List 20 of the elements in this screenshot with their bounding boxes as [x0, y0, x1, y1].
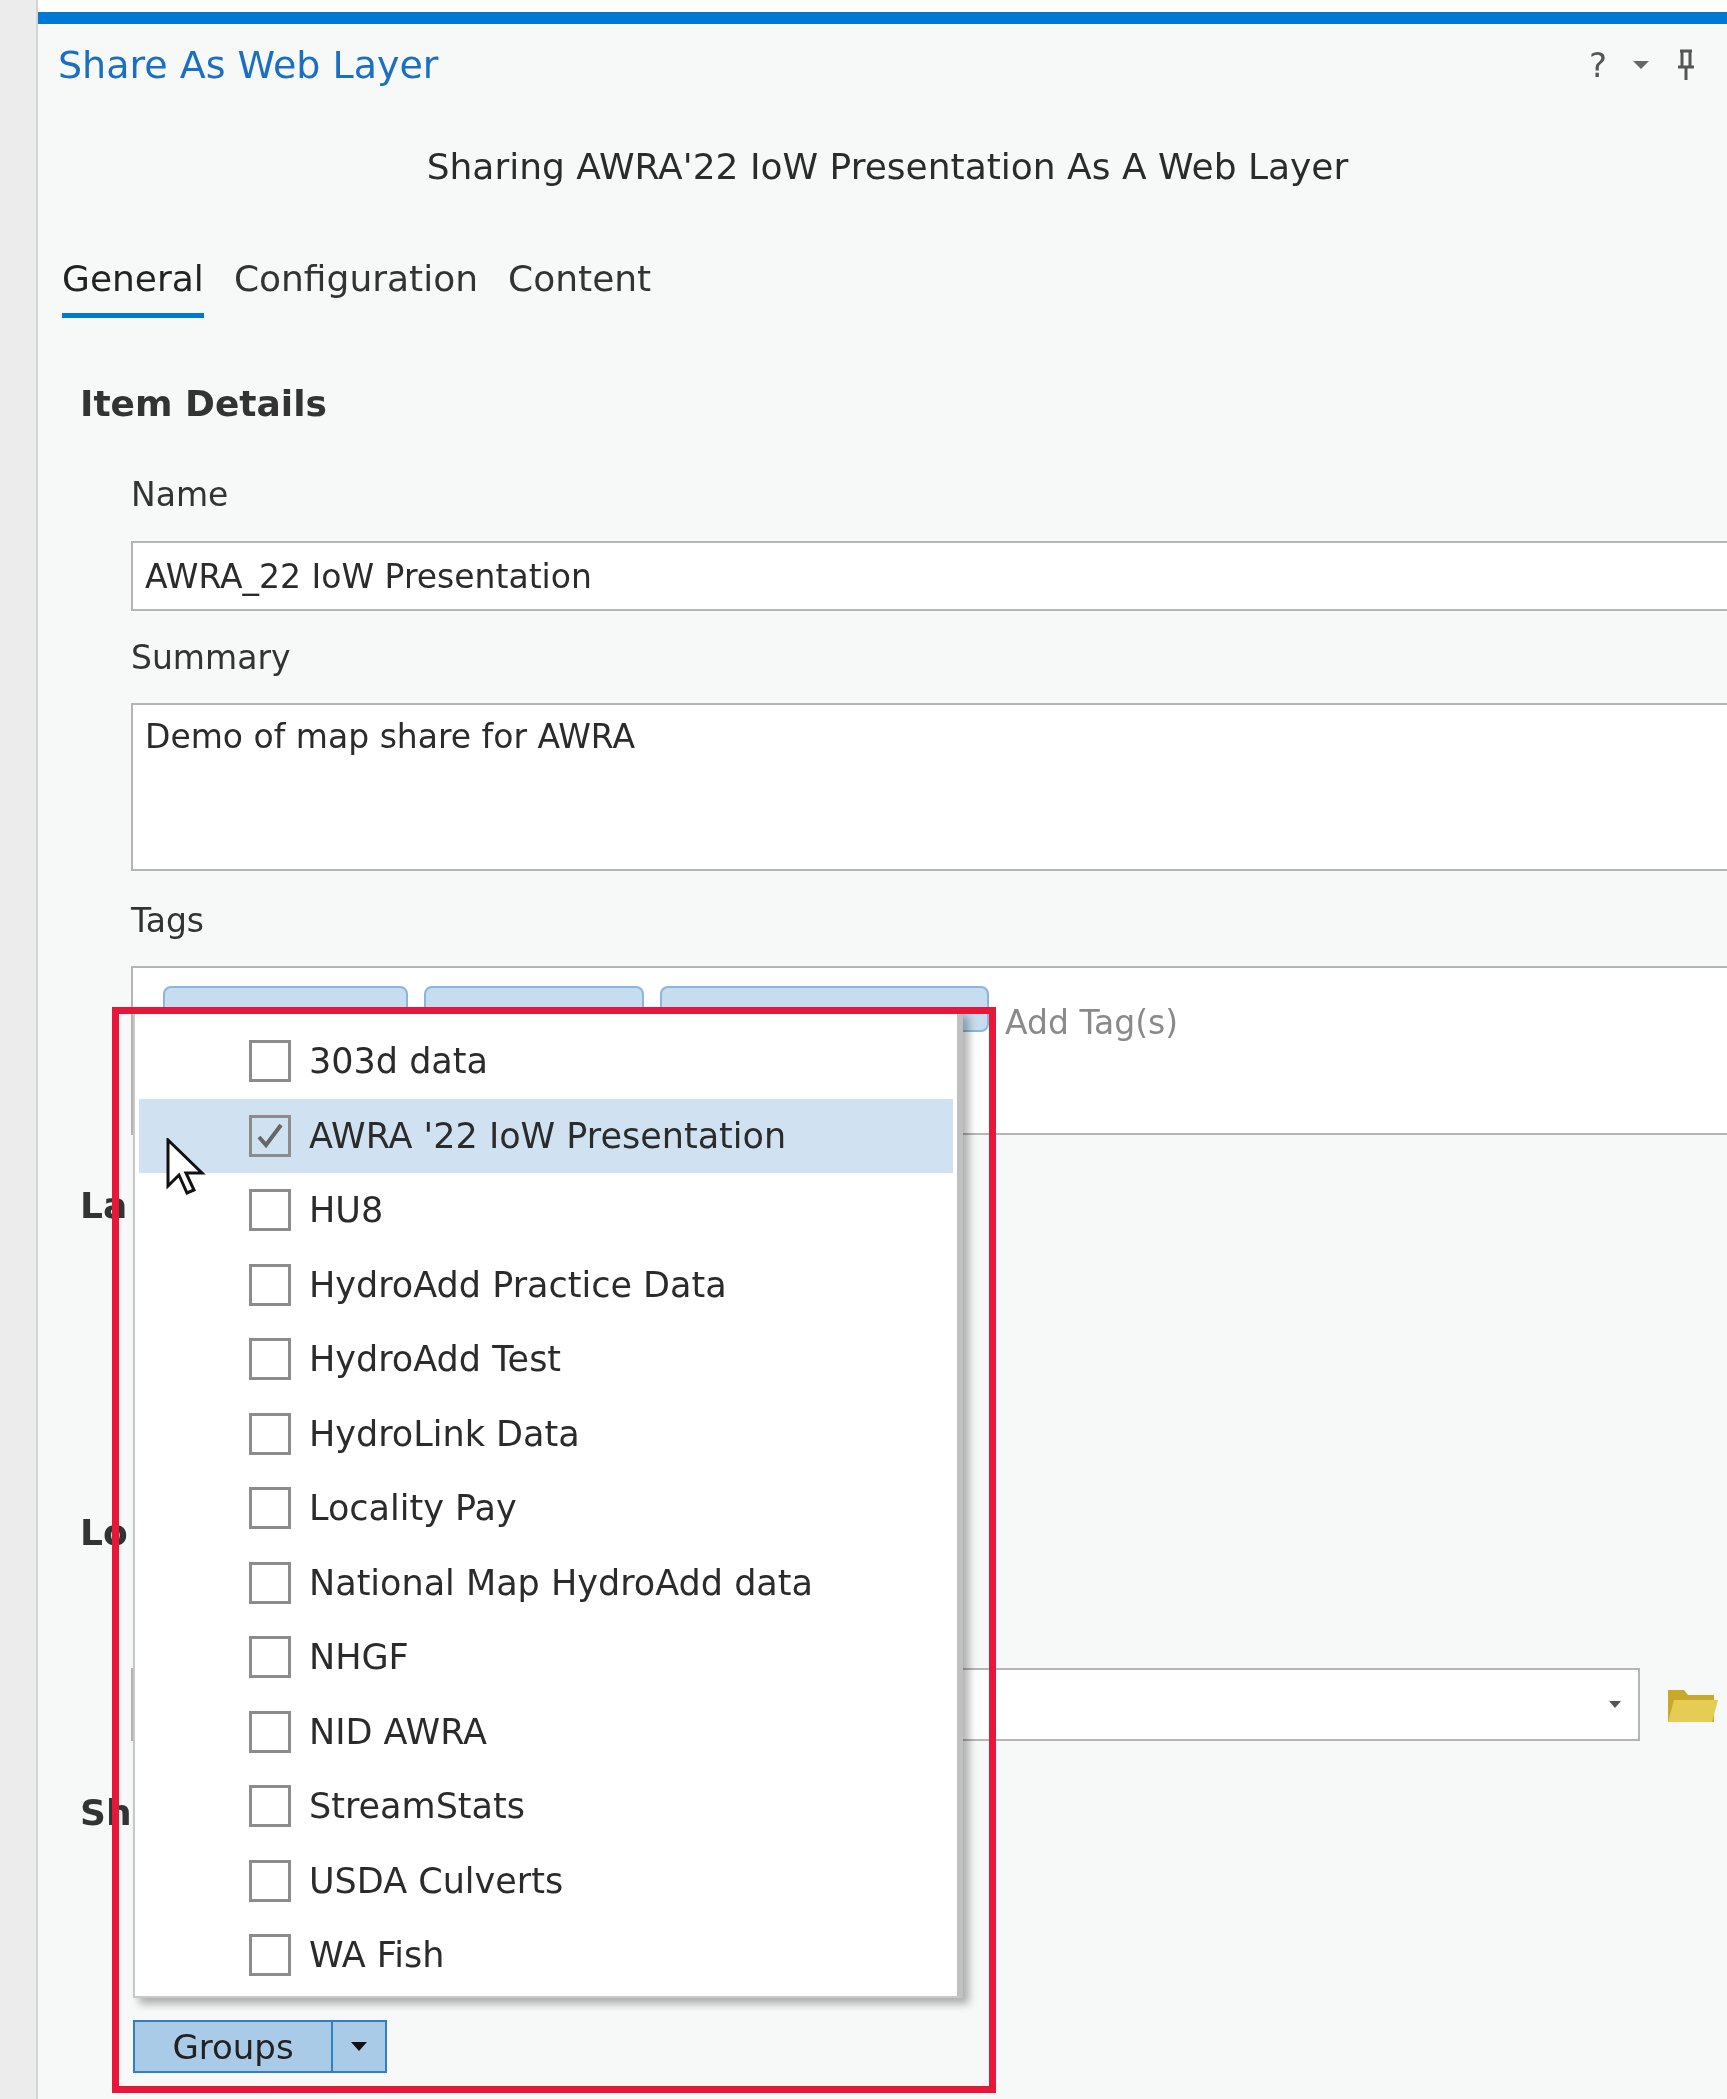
menu-item-label: NID AWRA	[309, 1711, 488, 1752]
menu-item-label: USDA Culverts	[309, 1860, 564, 1901]
dialog-heading: Sharing AWRA'22 IoW Presentation As A Web Layer	[425, 145, 1350, 189]
menu-item-label: NHGF	[309, 1637, 409, 1678]
menu-item-label: HydroAdd Practice Data	[309, 1264, 727, 1305]
field-label: Name	[131, 474, 230, 516]
field-label: Tags	[131, 900, 206, 942]
window-title: Share As Web Layer	[58, 42, 439, 89]
menu-item-label: HydroLink Data	[309, 1413, 580, 1454]
menu-item-label: HU8	[309, 1190, 384, 1231]
section-heading: Item Details	[80, 382, 328, 426]
menu-item-label: AWRA '22 IoW Presentation	[309, 1115, 787, 1156]
menu-item-label: WA Fish	[309, 1935, 445, 1976]
tag-placeholder: Add Tag(s)	[1005, 1002, 1179, 1044]
menu-item-label: 303d data	[309, 1041, 488, 1082]
menu-item-label: StreamStats	[309, 1786, 525, 1827]
menu-item-label: National Map HydroAdd data	[309, 1562, 813, 1603]
menu-item-label: HydroAdd Test	[309, 1339, 562, 1380]
field-label: Summary	[131, 637, 292, 679]
menu-item-label: Locality Pay	[309, 1488, 517, 1529]
